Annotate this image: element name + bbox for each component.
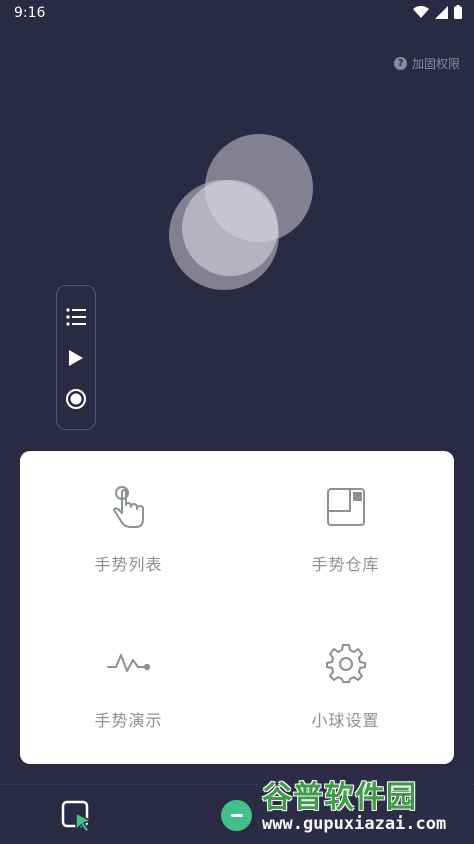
- status-bar: 9:16: [0, 0, 474, 26]
- menu-item-ball-settings[interactable]: 小球设置: [237, 607, 454, 763]
- gear-icon: [324, 641, 368, 685]
- minus-glyph: [230, 814, 243, 817]
- menu-item-gesture-demo[interactable]: 手势演示: [20, 607, 237, 763]
- menu-item-gesture-warehouse[interactable]: 手势仓库: [237, 451, 454, 607]
- strengthen-permission-button[interactable]: ? 加固权限: [388, 52, 466, 74]
- menu-item-label: 手势列表: [94, 555, 163, 574]
- strengthen-permission-label: 加固权限: [411, 56, 460, 71]
- tap-gesture-icon: [107, 485, 151, 529]
- menu-item-label: 小球设置: [311, 711, 380, 730]
- ball-front[interactable]: [182, 180, 278, 276]
- minus-icon[interactable]: [221, 800, 252, 831]
- record-icon[interactable]: [64, 387, 88, 411]
- floating-control-bar: [56, 285, 96, 430]
- signal-icon: [435, 4, 448, 23]
- watermark-title: 谷普软件园: [262, 780, 417, 815]
- status-time: 9:16: [14, 5, 46, 21]
- menu-item-gesture-list[interactable]: 手势列表: [20, 451, 237, 607]
- warehouse-icon: [324, 485, 368, 529]
- watermark: 谷普软件园 www.gupuxiazai.com: [258, 768, 472, 844]
- help-icon: ?: [393, 56, 407, 70]
- select-cursor-icon[interactable]: [60, 799, 94, 834]
- main-menu-card: 手势列表 手势仓库 手势演示 小球设置: [20, 451, 454, 764]
- menu-item-label: 手势演示: [94, 711, 163, 730]
- menu-item-label: 手势仓库: [311, 555, 380, 574]
- floating-ball-preview: [160, 128, 320, 298]
- wifi-icon: [413, 4, 429, 23]
- status-icons: [413, 4, 462, 23]
- battery-icon: [454, 4, 462, 23]
- list-icon[interactable]: [64, 305, 88, 329]
- watermark-url: www.gupuxiazai.com: [262, 814, 447, 834]
- play-icon[interactable]: [64, 346, 88, 370]
- pulse-line-icon: [106, 641, 151, 685]
